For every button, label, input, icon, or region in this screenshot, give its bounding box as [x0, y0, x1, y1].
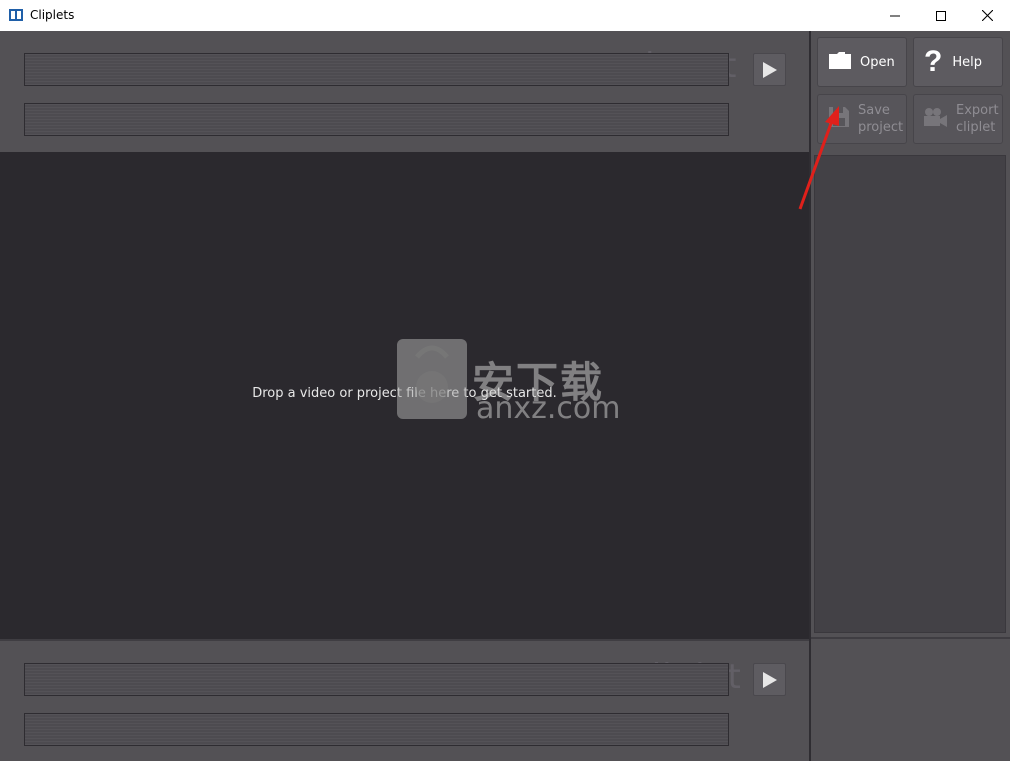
- maximize-icon: [936, 10, 946, 21]
- cliplet-list-panel[interactable]: [814, 155, 1006, 633]
- minimize-button[interactable]: [872, 0, 918, 31]
- play-icon: [762, 61, 777, 78]
- cliplet-timeline-track[interactable]: [24, 663, 729, 696]
- help-button[interactable]: ? Help: [913, 37, 1003, 87]
- input-timeline-track[interactable]: [24, 53, 729, 86]
- cliplet-range-track[interactable]: [24, 713, 729, 746]
- save-label-line1: Save: [858, 103, 890, 118]
- app-icon: [8, 8, 24, 22]
- folder-icon: [828, 50, 852, 75]
- input-panel: input: [0, 31, 809, 151]
- export-cliplet-button[interactable]: Export cliplet: [913, 94, 1003, 144]
- right-bottom-separator: [811, 637, 1010, 639]
- cliplet-play-button[interactable]: [753, 663, 786, 696]
- watermark-logo: [397, 339, 467, 419]
- input-play-button[interactable]: [753, 53, 786, 86]
- save-label-line2: project: [858, 120, 904, 135]
- window-title: Cliplets: [30, 8, 75, 22]
- maximize-button[interactable]: [918, 0, 964, 31]
- play-icon: [762, 671, 777, 688]
- minimize-icon: [890, 15, 900, 16]
- open-button[interactable]: Open: [817, 37, 907, 87]
- open-label: Open: [860, 54, 895, 70]
- question-icon: ?: [924, 45, 943, 78]
- export-cliplet-label: Export cliplet: [956, 102, 999, 136]
- input-range-track[interactable]: [24, 103, 729, 136]
- watermark-subtext: anxz.com: [476, 391, 621, 426]
- save-project-label: Save project: [858, 102, 903, 136]
- video-camera-icon: [922, 106, 948, 133]
- annotation-arrow: [798, 106, 839, 210]
- export-label-line2: cliplet: [956, 120, 996, 135]
- help-label: Help: [952, 54, 982, 70]
- close-icon: [981, 10, 993, 21]
- app-body: input Drop a video or project file here …: [0, 31, 1010, 761]
- close-button[interactable]: [964, 0, 1010, 31]
- export-label-line1: Export: [956, 103, 999, 118]
- title-bar: Cliplets: [0, 0, 1010, 31]
- cliplet-panel: cliplet: [0, 639, 809, 761]
